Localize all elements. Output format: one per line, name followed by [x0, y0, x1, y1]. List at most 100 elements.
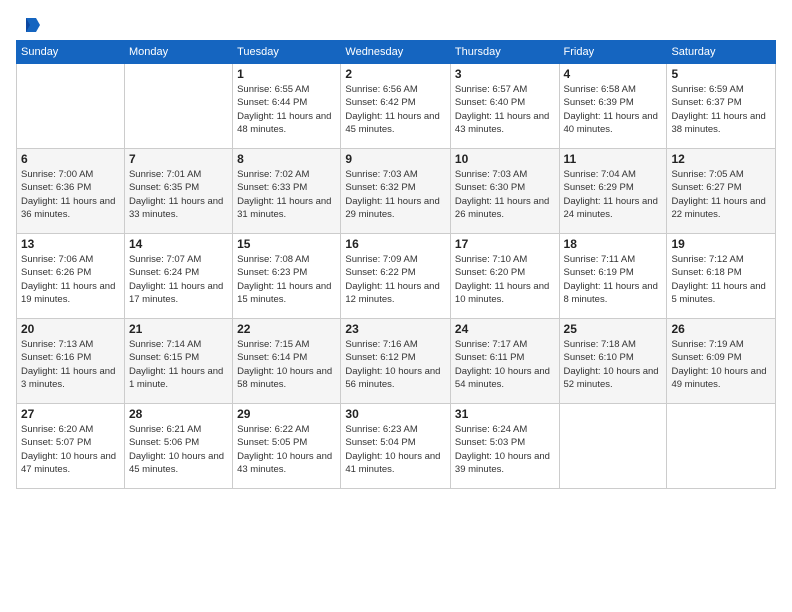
day-info: Sunrise: 7:11 AM Sunset: 6:19 PM Dayligh… [564, 253, 663, 306]
calendar-cell: 26 Sunrise: 7:19 AM Sunset: 6:09 PM Dayli… [667, 319, 776, 404]
calendar-cell: 27 Sunrise: 6:20 AM Sunset: 5:07 PM Dayli… [17, 404, 125, 489]
calendar-cell: 8Sunrise: 7:02 AM Sunset: 6:33 PM Daylig… [233, 149, 341, 234]
day-number: 22 [237, 322, 336, 336]
calendar-cell: 5Sunrise: 6:59 AM Sunset: 6:37 PM Daylig… [667, 64, 776, 149]
calendar-cell: 7 Sunrise: 7:01 AM Sunset: 6:35 PM Daylig… [124, 149, 232, 234]
calendar-cell: 12Sunrise: 7:05 AM Sunset: 6:27 PM Dayli… [667, 149, 776, 234]
day-info: Sunrise: 7:16 AM Sunset: 6:12 PM Dayligh… [345, 338, 446, 391]
header [16, 16, 776, 30]
calendar-cell [559, 404, 667, 489]
day-info: Sunrise: 7:06 AM Sunset: 6:26 PM Dayligh… [21, 253, 120, 306]
day-info: Sunrise: 7:05 AM Sunset: 6:27 PM Dayligh… [671, 168, 771, 221]
day-info: Sunrise: 6:57 AM Sunset: 6:40 PM Dayligh… [455, 83, 555, 136]
logo-icon [18, 14, 40, 36]
calendar-cell: 25Sunrise: 7:18 AM Sunset: 6:10 PM Dayli… [559, 319, 667, 404]
day-number: 9 [345, 152, 446, 166]
day-info: Sunrise: 7:15 AM Sunset: 6:14 PM Dayligh… [237, 338, 336, 391]
day-number: 28 [129, 407, 228, 421]
page: SundayMondayTuesdayWednesdayThursdayFrid… [0, 0, 792, 612]
day-info: Sunrise: 7:08 AM Sunset: 6:23 PM Dayligh… [237, 253, 336, 306]
day-number: 1 [237, 67, 336, 81]
day-info: Sunrise: 6:24 AM Sunset: 5:03 PM Dayligh… [455, 423, 555, 476]
weekday-header: Thursday [450, 41, 559, 64]
calendar-cell: 15 Sunrise: 7:08 AM Sunset: 6:23 PM Dayli… [233, 234, 341, 319]
calendar-table: SundayMondayTuesdayWednesdayThursdayFrid… [16, 40, 776, 489]
day-number: 29 [237, 407, 336, 421]
calendar-cell [667, 404, 776, 489]
day-info: Sunrise: 7:12 AM Sunset: 6:18 PM Dayligh… [671, 253, 771, 306]
weekday-header: Sunday [17, 41, 125, 64]
day-number: 20 [21, 322, 120, 336]
weekday-header: Tuesday [233, 41, 341, 64]
day-info: Sunrise: 7:07 AM Sunset: 6:24 PM Dayligh… [129, 253, 228, 306]
calendar-cell: 24 Sunrise: 7:17 AM Sunset: 6:11 PM Dayli… [450, 319, 559, 404]
day-number: 2 [345, 67, 446, 81]
calendar-cell: 28 Sunrise: 6:21 AM Sunset: 5:06 PM Dayli… [124, 404, 232, 489]
day-number: 3 [455, 67, 555, 81]
day-number: 6 [21, 152, 120, 166]
calendar-cell: 9Sunrise: 7:03 AM Sunset: 6:32 PM Daylig… [341, 149, 451, 234]
calendar-cell: 31 Sunrise: 6:24 AM Sunset: 5:03 PM Dayli… [450, 404, 559, 489]
day-number: 14 [129, 237, 228, 251]
day-info: Sunrise: 7:19 AM Sunset: 6:09 PM Dayligh… [671, 338, 771, 391]
day-number: 15 [237, 237, 336, 251]
day-info: Sunrise: 7:14 AM Sunset: 6:15 PM Dayligh… [129, 338, 228, 391]
day-number: 27 [21, 407, 120, 421]
calendar-week-row: 20 Sunrise: 7:13 AM Sunset: 6:16 PM Dayli… [17, 319, 776, 404]
day-info: Sunrise: 7:01 AM Sunset: 6:35 PM Dayligh… [129, 168, 228, 221]
day-info: Sunrise: 6:22 AM Sunset: 5:05 PM Dayligh… [237, 423, 336, 476]
calendar-cell [124, 64, 232, 149]
day-info: Sunrise: 6:20 AM Sunset: 5:07 PM Dayligh… [21, 423, 120, 476]
day-info: Sunrise: 7:03 AM Sunset: 6:30 PM Dayligh… [455, 168, 555, 221]
calendar-cell: 13 Sunrise: 7:06 AM Sunset: 6:26 PM Dayli… [17, 234, 125, 319]
day-info: Sunrise: 7:02 AM Sunset: 6:33 PM Dayligh… [237, 168, 336, 221]
day-info: Sunrise: 7:17 AM Sunset: 6:11 PM Dayligh… [455, 338, 555, 391]
day-info: Sunrise: 6:21 AM Sunset: 5:06 PM Dayligh… [129, 423, 228, 476]
calendar-cell: 22 Sunrise: 7:15 AM Sunset: 6:14 PM Dayli… [233, 319, 341, 404]
calendar-cell: 10 Sunrise: 7:03 AM Sunset: 6:30 PM Dayli… [450, 149, 559, 234]
day-number: 11 [564, 152, 663, 166]
weekday-header: Wednesday [341, 41, 451, 64]
day-number: 17 [455, 237, 555, 251]
weekday-header: Saturday [667, 41, 776, 64]
day-number: 7 [129, 152, 228, 166]
day-number: 30 [345, 407, 446, 421]
day-number: 19 [671, 237, 771, 251]
day-number: 13 [21, 237, 120, 251]
calendar-week-row: 1 Sunrise: 6:55 AM Sunset: 6:44 PM Daylig… [17, 64, 776, 149]
logo [16, 16, 40, 30]
calendar-cell: 1 Sunrise: 6:55 AM Sunset: 6:44 PM Daylig… [233, 64, 341, 149]
calendar-cell: 20 Sunrise: 7:13 AM Sunset: 6:16 PM Dayli… [17, 319, 125, 404]
day-number: 4 [564, 67, 663, 81]
day-number: 26 [671, 322, 771, 336]
calendar-cell: 14 Sunrise: 7:07 AM Sunset: 6:24 PM Dayli… [124, 234, 232, 319]
weekday-header: Monday [124, 41, 232, 64]
day-info: Sunrise: 6:58 AM Sunset: 6:39 PM Dayligh… [564, 83, 663, 136]
calendar-week-row: 13 Sunrise: 7:06 AM Sunset: 6:26 PM Dayli… [17, 234, 776, 319]
day-info: Sunrise: 7:18 AM Sunset: 6:10 PM Dayligh… [564, 338, 663, 391]
calendar-week-row: 27 Sunrise: 6:20 AM Sunset: 5:07 PM Dayli… [17, 404, 776, 489]
day-number: 5 [671, 67, 771, 81]
calendar-cell: 4 Sunrise: 6:58 AM Sunset: 6:39 PM Daylig… [559, 64, 667, 149]
day-info: Sunrise: 7:04 AM Sunset: 6:29 PM Dayligh… [564, 168, 663, 221]
day-info: Sunrise: 7:00 AM Sunset: 6:36 PM Dayligh… [21, 168, 120, 221]
calendar-cell: 3 Sunrise: 6:57 AM Sunset: 6:40 PM Daylig… [450, 64, 559, 149]
calendar-header-row: SundayMondayTuesdayWednesdayThursdayFrid… [17, 41, 776, 64]
calendar-cell: 30Sunrise: 6:23 AM Sunset: 5:04 PM Dayli… [341, 404, 451, 489]
day-info: Sunrise: 6:55 AM Sunset: 6:44 PM Dayligh… [237, 83, 336, 136]
day-number: 18 [564, 237, 663, 251]
day-number: 21 [129, 322, 228, 336]
day-number: 24 [455, 322, 555, 336]
calendar-cell: 18 Sunrise: 7:11 AM Sunset: 6:19 PM Dayli… [559, 234, 667, 319]
calendar-cell: 2Sunrise: 6:56 AM Sunset: 6:42 PM Daylig… [341, 64, 451, 149]
calendar-cell: 23 Sunrise: 7:16 AM Sunset: 6:12 PM Dayli… [341, 319, 451, 404]
calendar-cell [17, 64, 125, 149]
day-number: 10 [455, 152, 555, 166]
day-number: 31 [455, 407, 555, 421]
calendar-cell: 11 Sunrise: 7:04 AM Sunset: 6:29 PM Dayli… [559, 149, 667, 234]
day-number: 23 [345, 322, 446, 336]
calendar-cell: 17 Sunrise: 7:10 AM Sunset: 6:20 PM Dayli… [450, 234, 559, 319]
calendar-cell: 19 Sunrise: 7:12 AM Sunset: 6:18 PM Dayli… [667, 234, 776, 319]
day-info: Sunrise: 7:10 AM Sunset: 6:20 PM Dayligh… [455, 253, 555, 306]
day-info: Sunrise: 7:13 AM Sunset: 6:16 PM Dayligh… [21, 338, 120, 391]
